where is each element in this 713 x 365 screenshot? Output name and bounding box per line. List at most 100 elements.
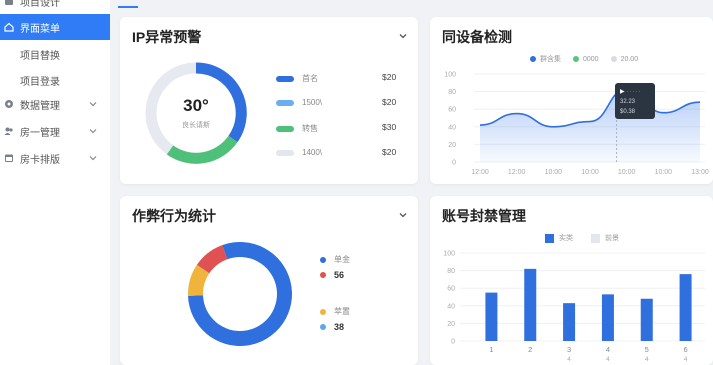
sidebar-item-label: 项目设计 (20, 0, 60, 9)
legend-item: 1400\ (276, 148, 322, 157)
y-tick-label: 60 (448, 107, 456, 114)
legend-item: 首名 (276, 73, 318, 84)
sidebar-item-room-card[interactable]: 房卡排版 (0, 145, 110, 171)
chevron-down-icon (89, 129, 97, 134)
x-tick-label: 10:00 (655, 169, 673, 176)
sidebar-subitem-login[interactable]: 项目登录 (20, 73, 60, 88)
card-title: 作弊行为统计 (132, 208, 216, 224)
bar (485, 292, 498, 341)
bar (601, 294, 614, 341)
legend-item: 单金 (320, 254, 350, 265)
sidebar-item-room-management[interactable]: 房一管理 (0, 118, 110, 144)
legend-value: $20 (382, 72, 397, 82)
chevron-down-icon[interactable] (398, 210, 408, 220)
x-tick-label: 10:00 (618, 169, 636, 176)
bar (640, 298, 653, 341)
chevron-down-icon[interactable] (398, 31, 408, 41)
sidebar-item-label: 界面菜单 (20, 23, 60, 35)
sidebar-item-label: 房卡排版 (20, 154, 60, 166)
card-title: IP异常预警 (132, 29, 202, 45)
sidebar-item-label: 数据管理 (20, 100, 60, 112)
bar (524, 268, 537, 341)
chart-tooltip: ▶ ····· 32.23 $0.38 (615, 83, 655, 119)
y-tick-label: 20 (448, 142, 456, 149)
donut-center-value: 30° (183, 96, 209, 115)
sidebar-subitem-replace[interactable]: 项目替换 (20, 47, 60, 62)
y-tick-label: 100 (443, 251, 455, 258)
legend-dot (320, 256, 326, 263)
legend-value: $30 (382, 122, 397, 132)
legend-label: 1500\ (302, 98, 323, 107)
tooltip-line: $0.38 (620, 109, 636, 115)
sidebar-item-interface-menu[interactable]: 界面菜单 (0, 14, 110, 40)
legend-item: 转售 (276, 123, 318, 134)
x-tick-label: 6 (683, 345, 687, 354)
ip-alert-card: IP异常预警 30° 良长请斯 首名 $20 1500\ $20 转售 $30 … (120, 17, 418, 184)
y-tick-label: 80 (447, 268, 455, 275)
y-tick-label: 40 (448, 124, 456, 131)
tooltip-line: 32.23 (620, 99, 636, 105)
home-icon (4, 22, 14, 32)
y-tick-label: 40 (447, 303, 455, 310)
folder-icon (4, 0, 14, 6)
legend-label: 转售 (302, 124, 318, 133)
tooltip-header: ▶ ····· (620, 89, 642, 95)
x-tick-label: 12:00 (508, 169, 526, 176)
x-tick-label: 4 (606, 345, 610, 354)
ban-bar-chart: 100 80 60 40 20 0 1 2 3 4 4 4 5 4 6 4 (443, 251, 705, 363)
sidebar-item-data-management[interactable]: 数据管理 (0, 91, 110, 117)
donut-segment-green (166, 135, 238, 164)
y-tick-label: 80 (448, 89, 456, 96)
x-tick-sublabel: 4 (606, 356, 610, 363)
x-tick-label: 5 (645, 345, 649, 354)
account-ban-card: 账号封禁管理 实类 前景 100 80 60 40 20 0 1 2 3 4 4 4 5 4 6 4 (430, 196, 713, 365)
legend-value: $20 (382, 97, 397, 107)
device-detection-card: 同设备检测 群含集 0000 20.00 100 80 60 40 20 0 12:00 12… (430, 17, 713, 184)
chevron-down-icon (89, 156, 97, 161)
legend-value: 56 (334, 270, 345, 280)
legend-item: 38 (320, 322, 344, 332)
people-icon (4, 126, 14, 136)
legend-label: 单金 (334, 255, 350, 264)
y-tick-label: 0 (452, 160, 456, 167)
legend-label: 1400\ (302, 148, 323, 157)
legend-label: 苹置 (334, 307, 350, 316)
x-tick-label: 13:00 (691, 169, 709, 176)
legend-swatch (276, 99, 294, 106)
chevron-down-icon (89, 102, 97, 107)
cheat-stats-card: 作弊行为统计 单金 56 苹置 38 (120, 196, 418, 365)
legend-value: $20 (382, 147, 397, 157)
donut-center-sub: 良长请斯 (182, 120, 210, 129)
ip-alert-donut: 30° 良长请斯 (145, 62, 247, 164)
legend-value: 38 (334, 322, 345, 332)
legend-swatch (276, 149, 294, 156)
legend-label: 首名 (302, 74, 318, 83)
x-tick-label: 12:00 (471, 169, 489, 176)
y-tick-label: 100 (444, 72, 456, 79)
device-line-chart: 100 80 60 40 20 0 12:00 12:00 10:00 10:00 10:00 10:… (444, 72, 709, 177)
x-tick-label: 10:00 (545, 169, 563, 176)
x-tick-label: 3 (567, 345, 571, 354)
x-tick-sublabel: 4 (567, 356, 571, 363)
legend-swatch (276, 75, 294, 82)
x-tick-label: 2 (528, 345, 532, 354)
bar (679, 274, 692, 341)
y-tick-label: 0 (451, 339, 455, 346)
gear-icon (4, 99, 14, 109)
y-tick-label: 20 (447, 321, 455, 328)
legend-item: 1500\ (276, 98, 322, 107)
cheat-donut (188, 242, 292, 346)
y-tick-label: 60 (447, 286, 455, 293)
legend-swatch (276, 125, 294, 132)
bar (563, 303, 576, 341)
sidebar-item-project-design[interactable]: 项目设计 (0, 0, 110, 14)
legend-dot (320, 272, 326, 278)
legend-item: 56 (320, 270, 344, 280)
area-fill (480, 88, 700, 162)
sidebar: 项目设计 界面菜单 项目替换 项目登录 数据管理 房一管理 房卡排版 (0, 0, 110, 365)
legend-dot (320, 308, 326, 315)
active-tab-indicator (118, 6, 138, 8)
x-tick-label: 1 (489, 345, 493, 354)
sidebar-item-label: 房一管理 (20, 127, 60, 139)
legend-item: 苹置 (320, 306, 350, 317)
